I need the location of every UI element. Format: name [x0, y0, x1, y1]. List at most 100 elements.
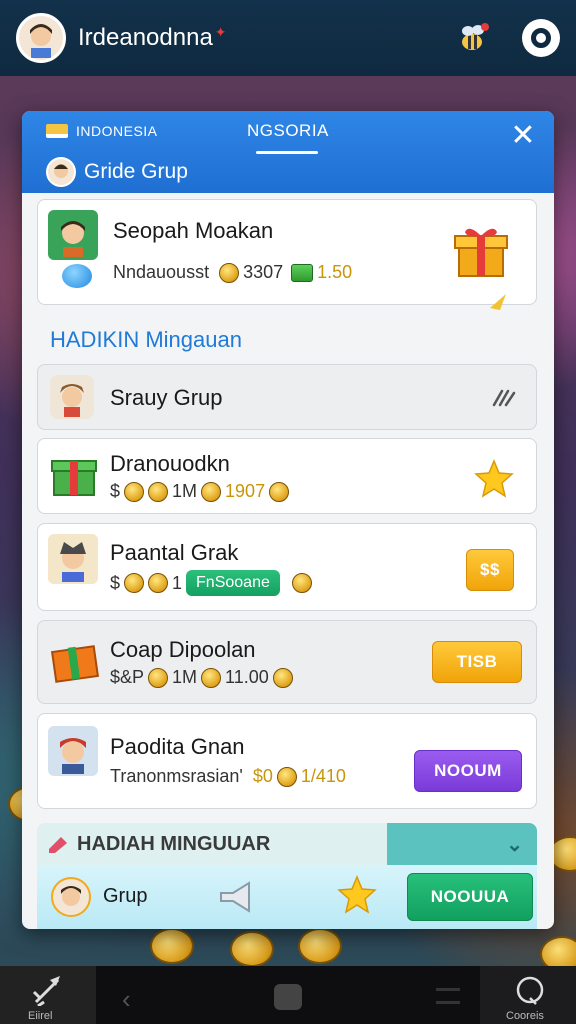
- coin-icon: [201, 481, 222, 502]
- avatar: [50, 375, 94, 419]
- row-title: Coap Dipoolan: [110, 637, 256, 662]
- list-item[interactable]: Paodita Gnan Tranonmsrasian' $0 1/410 NO…: [37, 713, 537, 809]
- row-stats: $ 1 FnSooane: [110, 570, 312, 596]
- row-stat-a: $: [110, 572, 121, 593]
- row-stat-c: 1907: [225, 481, 266, 501]
- coin-icon: [219, 262, 240, 283]
- coin-icon: [201, 667, 222, 688]
- list-item[interactable]: Paantal Grak $ 1 FnSooane $$: [37, 523, 537, 611]
- row-stat-a: $0: [252, 766, 273, 786]
- avatar: [48, 210, 98, 260]
- bottom-nav: Eiirel ‹ Cooreis: [0, 966, 576, 1024]
- megaphone-icon: [220, 881, 250, 913]
- app-title: Irdeanodnna ✦: [78, 24, 227, 52]
- row-stat-a: $&P: [110, 667, 145, 687]
- nav-label-right: Cooreis: [506, 1010, 544, 1022]
- avatar: [48, 726, 98, 776]
- heart-icon: [516, 976, 544, 1005]
- region-badge: INDONESIA: [46, 123, 158, 139]
- modal-header: INDONESIA NGSORIA ✕ Gride Grup: [22, 111, 554, 193]
- notification-dot: ✦: [214, 24, 227, 40]
- gift-icon: [51, 460, 97, 496]
- app-title-text: Irdeanodnna: [78, 24, 213, 51]
- status-pill: FnSooane: [186, 570, 280, 596]
- weekly-reward-panel: HADIAH MINGUUAR ⌄ Grup NOOUUA: [37, 823, 537, 929]
- row-title: Dranouodkn: [110, 451, 230, 476]
- weekly-reward-title: HADIAH MINGUUAR: [77, 832, 271, 855]
- coin-icon: [150, 928, 194, 964]
- coin-icon: [230, 931, 274, 967]
- avatar-icon: [30, 24, 52, 58]
- top-reward-card[interactable]: Seopah Moakan Nndauousst 3307 1.50: [37, 199, 537, 310]
- avatar: [48, 534, 98, 584]
- cash-icon: [291, 263, 314, 282]
- back-icon[interactable]: ‹: [122, 984, 131, 1015]
- coin-icon: [291, 573, 312, 593]
- avatar: [46, 157, 76, 187]
- nav-item-left[interactable]: Eiirel: [0, 966, 96, 1024]
- star-icon: [337, 875, 377, 914]
- row-stat-b: 1M: [172, 667, 198, 687]
- row-stats: $ 1M 1907: [110, 481, 290, 502]
- section-title: HADIKIN Mingauan: [50, 327, 242, 352]
- claim-button[interactable]: $$: [466, 549, 514, 591]
- flag-icon: [46, 124, 68, 138]
- row-stat-b: 1: [172, 572, 183, 593]
- claim-button[interactable]: NOOUUA: [407, 873, 533, 921]
- coin-icon: [269, 481, 290, 502]
- row-stat-b: 1M: [172, 481, 198, 501]
- top-bar: Irdeanodnna ✦: [0, 0, 576, 76]
- row-title: Paodita Gnan: [110, 734, 245, 759]
- row-stats: Tranonmsrasian' $0 1/410: [110, 766, 346, 787]
- chevron-down-icon[interactable]: ⌄: [506, 832, 523, 857]
- row-stat-c: 1/410: [300, 766, 346, 786]
- row-sub-label: Tranonmsrasian': [110, 766, 243, 786]
- nav-item-right[interactable]: Cooreis: [480, 966, 576, 1024]
- weekly-reward-header[interactable]: HADIAH MINGUUAR ⌄: [37, 823, 537, 865]
- menu-icon[interactable]: [436, 988, 460, 1004]
- arrow-icon: [490, 294, 506, 310]
- coin-icon: [148, 573, 169, 593]
- link-icon[interactable]: [490, 387, 516, 409]
- row-title: Srauy Grup: [110, 385, 223, 410]
- card-value-a: 3307: [243, 262, 284, 282]
- reward-modal: INDONESIA NGSORIA ✕ Gride Grup Seopah Mo…: [22, 111, 554, 929]
- rocket-icon: [32, 976, 60, 1006]
- pencil-icon: [49, 837, 67, 853]
- list-item[interactable]: Srauy Grup: [37, 364, 537, 430]
- list-item[interactable]: Coap Dipoolan $&P 1M 11.00 TISB: [37, 620, 537, 704]
- settings-icon[interactable]: [522, 19, 560, 57]
- orb-icon: [62, 264, 92, 288]
- coin-icon: [272, 667, 293, 688]
- row-title: Paantal Grak: [110, 540, 239, 565]
- row-stat-c: 11.00: [225, 667, 269, 687]
- home-icon[interactable]: [274, 984, 302, 1010]
- card-title: Seopah Moakan: [113, 218, 274, 243]
- list-item[interactable]: Dranouodkn $ 1M 1907: [37, 438, 537, 514]
- row-stats: $&P 1M 11.00: [110, 667, 293, 688]
- coin-icon: [148, 667, 169, 688]
- region-label: INDONESIA: [76, 123, 158, 139]
- nav-label-left: Eiirel: [28, 1010, 53, 1022]
- coin-icon: [124, 573, 145, 593]
- gift-icon: [454, 228, 508, 277]
- tab-header[interactable]: NGSORIA: [247, 121, 329, 149]
- coin-icon: [298, 928, 342, 964]
- claim-button[interactable]: TISB: [432, 641, 522, 683]
- group-title-text: Gride Grup: [84, 160, 188, 183]
- star-icon[interactable]: [474, 459, 514, 499]
- close-button[interactable]: ✕: [506, 119, 540, 153]
- avatar[interactable]: [16, 13, 66, 63]
- gift-icon: [50, 645, 100, 683]
- bee-icon[interactable]: [454, 18, 494, 58]
- weekly-reward-row[interactable]: Grup NOOUUA: [37, 865, 537, 929]
- coin-icon: [148, 481, 169, 502]
- coin-icon: [276, 766, 297, 787]
- row-stat-a: $: [110, 481, 121, 501]
- coin-icon: [124, 481, 145, 502]
- card-sub-label: Nndauousst: [113, 262, 210, 282]
- group-title: Gride Grup: [46, 157, 188, 187]
- claim-button[interactable]: NOOUM: [414, 750, 522, 792]
- avatar: [51, 877, 91, 917]
- card-stats: Nndauousst 3307 1.50: [113, 262, 352, 283]
